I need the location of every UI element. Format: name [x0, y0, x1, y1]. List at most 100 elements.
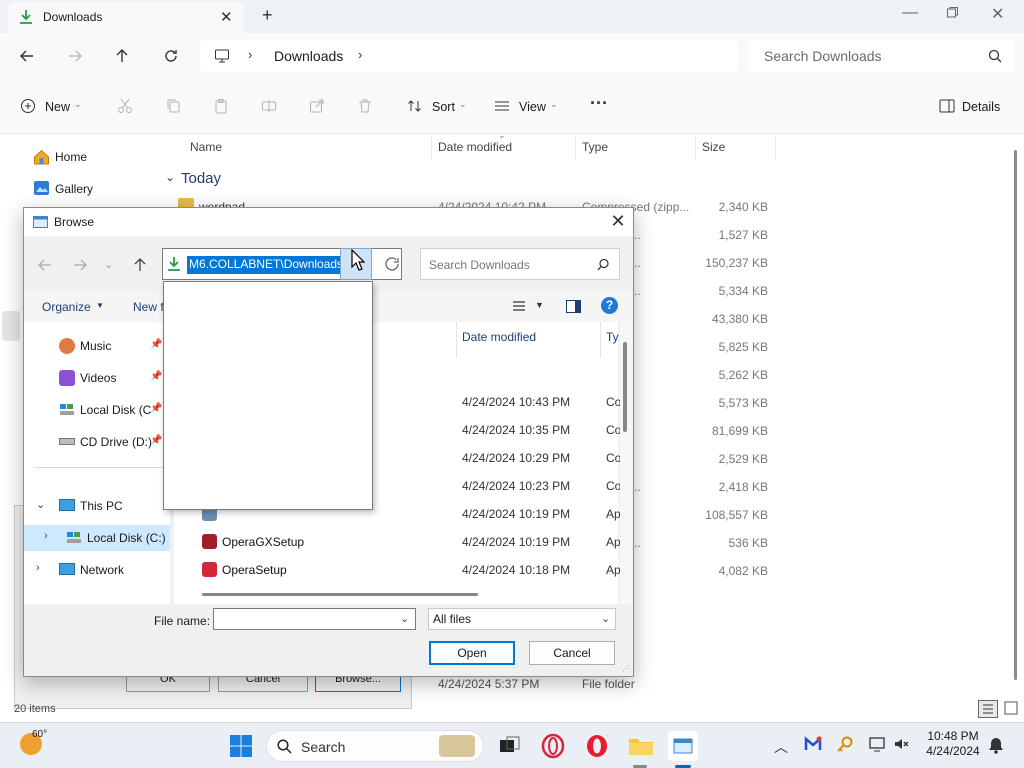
- forward-arrow-icon[interactable]: [61, 42, 89, 70]
- preview-pane-icon[interactable]: [566, 300, 581, 313]
- column-header-name[interactable]: Name: [190, 140, 222, 154]
- column-header-size[interactable]: Size: [702, 140, 725, 154]
- sort-icon[interactable]: [407, 98, 423, 114]
- display-icon[interactable]: [868, 735, 886, 753]
- chevron-right-icon[interactable]: ›: [358, 47, 362, 62]
- refresh-icon[interactable]: [378, 250, 406, 278]
- minimize-icon[interactable]: —: [902, 4, 918, 22]
- dialog-search-placeholder: Search Downloads: [429, 258, 530, 272]
- up-arrow-icon[interactable]: [108, 42, 136, 70]
- nav-item-local-disk-pinned[interactable]: Local Disk (C 📌: [24, 397, 170, 423]
- copy-icon[interactable]: [165, 98, 181, 114]
- open-button[interactable]: Open: [429, 641, 515, 665]
- up-arrow-icon[interactable]: [133, 258, 147, 272]
- nav-item-this-pc[interactable]: ⌄ This PC: [24, 493, 170, 519]
- nav-item-label: Network: [80, 563, 125, 577]
- column-header-date[interactable]: Date modified: [462, 330, 536, 344]
- dialog-address-input[interactable]: M6.COLLABNET\Downloads: [162, 248, 402, 280]
- column-header-type[interactable]: Ty: [606, 330, 619, 344]
- notification-bell-icon[interactable]: [988, 736, 1004, 754]
- help-icon[interactable]: ?: [601, 297, 618, 314]
- recent-locations-chevron-icon[interactable]: ⌄: [104, 258, 113, 271]
- details-button[interactable]: Details: [962, 100, 1000, 114]
- opera-gx-icon[interactable]: [538, 731, 568, 761]
- scrollbar-thumb[interactable]: [202, 593, 478, 596]
- nav-item-videos[interactable]: Videos 📌: [24, 365, 170, 391]
- paste-icon[interactable]: [213, 98, 229, 114]
- column-separator: [695, 136, 696, 160]
- column-header-type[interactable]: Type: [582, 140, 608, 154]
- organize-button[interactable]: Organize: [42, 300, 91, 314]
- nav-item-music[interactable]: Music 📌: [24, 333, 170, 359]
- address-dropdown-list[interactable]: [163, 281, 373, 510]
- tab-downloads[interactable]: Downloads ✕: [8, 2, 244, 33]
- back-arrow-icon[interactable]: [38, 258, 52, 272]
- cut-icon[interactable]: [117, 98, 133, 114]
- windows-start-icon[interactable]: [229, 734, 253, 758]
- volume-muted-icon[interactable]: [893, 735, 911, 753]
- file-type-select[interactable]: All files ⌄: [428, 608, 616, 630]
- delete-icon[interactable]: [357, 98, 373, 114]
- new-folder-button[interactable]: New f: [133, 300, 164, 314]
- breadcrumb-downloads[interactable]: Downloads: [274, 48, 343, 64]
- new-tab-icon[interactable]: +: [262, 5, 273, 26]
- opera-icon[interactable]: [582, 731, 612, 761]
- forward-arrow-icon[interactable]: [73, 258, 87, 272]
- file-name-label: File name:: [154, 614, 211, 628]
- chevron-right-icon[interactable]: ›: [36, 562, 40, 574]
- close-window-icon[interactable]: ✕: [991, 4, 1004, 24]
- chevron-up-icon[interactable]: ︿: [774, 737, 788, 757]
- new-plus-icon[interactable]: [20, 98, 36, 114]
- nav-item-network[interactable]: › Network: [24, 557, 170, 583]
- chevron-down-icon[interactable]: ⌄: [36, 498, 45, 511]
- view-button[interactable]: View: [519, 100, 546, 114]
- rename-icon[interactable]: [261, 98, 277, 114]
- refresh-icon[interactable]: [157, 42, 185, 70]
- dialog-horizontal-scrollbar[interactable]: [174, 590, 618, 602]
- tray-app-icon[interactable]: [804, 735, 822, 753]
- table-row[interactable]: OperaGXSetup 4/24/2024 10:19 PM Ap: [174, 528, 621, 556]
- share-icon[interactable]: [309, 98, 325, 114]
- dialog-vertical-scrollbar[interactable]: [620, 322, 632, 604]
- tiles-view-toggle-icon[interactable]: [1004, 701, 1018, 715]
- chevron-right-icon[interactable]: ›: [44, 530, 48, 542]
- vertical-scrollbar[interactable]: [1014, 150, 1017, 680]
- view-list-icon[interactable]: [494, 98, 510, 114]
- active-app-icon[interactable]: [668, 731, 698, 761]
- nav-item-home[interactable]: Home: [55, 150, 87, 164]
- status-item-count: 20 items: [14, 703, 56, 715]
- chevron-down-icon[interactable]: ▼: [535, 300, 544, 310]
- dialog-search-input[interactable]: Search Downloads: [420, 248, 620, 280]
- nav-item-local-disk[interactable]: › Local Disk (C:): [24, 525, 170, 551]
- close-icon[interactable]: ✕: [608, 212, 628, 231]
- column-header-date[interactable]: Date modified: [438, 140, 512, 154]
- sort-button[interactable]: Sort: [432, 100, 455, 114]
- nav-item-cd-drive[interactable]: CD Drive (D:) 📌: [24, 429, 170, 455]
- chevron-down-icon[interactable]: ⌄: [400, 612, 409, 625]
- file-name-input[interactable]: ⌄: [213, 608, 416, 630]
- chevron-down-icon[interactable]: ⌄: [165, 170, 175, 184]
- file-explorer-icon[interactable]: [626, 731, 656, 761]
- address-selected-text[interactable]: M6.COLLABNET\Downloads: [187, 256, 346, 274]
- details-pane-icon[interactable]: [939, 99, 955, 113]
- close-tab-icon[interactable]: ✕: [220, 8, 233, 26]
- taskbar-search[interactable]: Search: [266, 730, 484, 762]
- group-header-today[interactable]: Today: [181, 170, 221, 187]
- column-separator: [456, 322, 457, 358]
- restore-icon[interactable]: [946, 6, 959, 19]
- key-icon[interactable]: [836, 735, 854, 753]
- new-button[interactable]: New: [45, 100, 70, 114]
- weather-temperature[interactable]: 60°: [32, 729, 47, 740]
- nav-item-gallery[interactable]: Gallery: [55, 182, 93, 196]
- system-clock[interactable]: 10:48 PM 4/24/2024: [918, 729, 988, 759]
- table-row[interactable]: OperaSetup 4/24/2024 10:18 PM Ap: [174, 556, 621, 584]
- more-options-icon[interactable]: ···: [590, 93, 608, 114]
- task-view-icon[interactable]: [494, 731, 524, 761]
- details-view-toggle-icon[interactable]: [978, 700, 998, 718]
- cancel-button[interactable]: Cancel: [529, 641, 615, 665]
- column-separator: [575, 136, 576, 160]
- back-arrow-icon[interactable]: [13, 42, 41, 70]
- resize-grip-icon[interactable]: ⋰: [622, 664, 630, 673]
- scrollbar-thumb[interactable]: [623, 342, 627, 432]
- view-options-icon[interactable]: [512, 300, 526, 312]
